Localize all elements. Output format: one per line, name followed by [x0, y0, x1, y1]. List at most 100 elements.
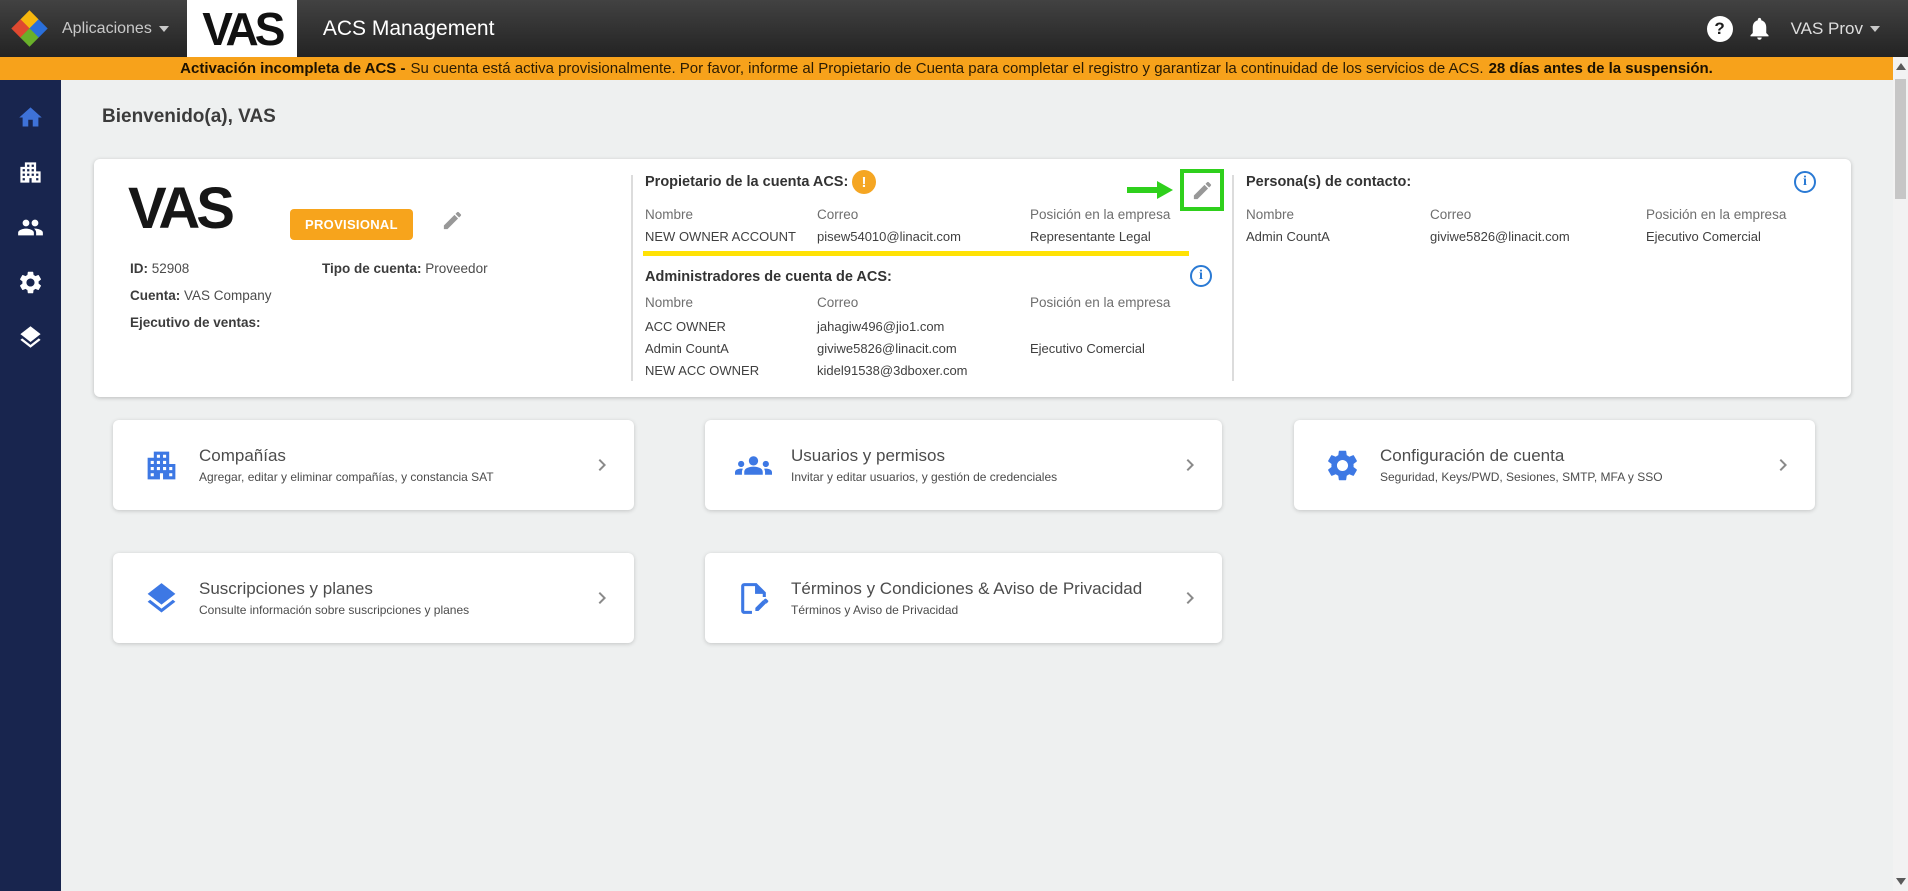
question-icon: ? [1714, 18, 1725, 38]
contacts-section-title: Persona(s) de contacto: [1246, 174, 1412, 190]
brand-logo-text: VAS [202, 2, 285, 55]
account-name-value: VAS Company [184, 288, 272, 303]
building-icon [20, 162, 41, 183]
info-icon[interactable]: i [1190, 265, 1212, 287]
users-icon [735, 447, 772, 484]
account-name-label: Cuenta: [130, 288, 181, 303]
nav-card-title: Compañías [199, 446, 286, 465]
annotation-green-arrow-icon [1127, 178, 1175, 207]
user-menu-label: VAS Prov [1790, 18, 1863, 38]
nav-card-title: Usuarios y permisos [791, 446, 945, 465]
nav-card-subtitle: Seguridad, Keys/PWD, Sesiones, SMTP, MFA… [1380, 470, 1663, 484]
sidebar-item-subscriptions[interactable] [0, 310, 61, 365]
col-nombre: Nombre [645, 207, 694, 222]
col-correo: Correo [1430, 207, 1472, 222]
account-type-label: Tipo de cuenta: [322, 261, 422, 276]
banner-bold-lead: Activación incompleta de ACS - [180, 60, 406, 77]
app-title: ACS Management [322, 16, 495, 40]
account-summary-card: VAS PROVISIONAL ID: 52908 Tipo de cuenta… [94, 159, 1851, 397]
building-icon [143, 447, 180, 484]
admins-table-header: Nombre Correo Posición en la empresa [645, 295, 1270, 310]
info-icon[interactable]: i [1794, 171, 1816, 193]
admin-email: kidel91538@3dboxer.com [817, 363, 968, 378]
account-id-label: ID: [130, 261, 148, 276]
layers-icon [143, 580, 180, 617]
col-nombre: Nombre [1246, 207, 1295, 222]
apps-diamond-icon [11, 9, 48, 47]
admin-position [1030, 363, 1270, 378]
account-type-value: Proveedor [425, 261, 488, 276]
edit-owner-button[interactable] [1180, 169, 1224, 211]
chevron-right-icon [590, 453, 614, 477]
nav-card-subtitle: Invitar y editar usuarios, y gestión de … [791, 470, 1058, 484]
table-row: Admin CountA giviwe5826@linacit.com Ejec… [645, 341, 1270, 356]
nav-card-subtitle: Consulte información sobre suscripciones… [199, 603, 470, 617]
table-row: NEW OWNER ACCOUNT pisew54010@linacit.com… [645, 229, 1270, 244]
bell-icon [1750, 17, 1769, 40]
account-id-field: ID: 52908 [130, 261, 189, 276]
sidebar-item-settings[interactable] [0, 255, 61, 310]
chevron-right-icon [1178, 586, 1202, 610]
applications-menu-label: Aplicaciones [62, 19, 152, 37]
nav-card-title: Suscripciones y planes [199, 579, 373, 598]
users-icon [18, 219, 43, 236]
pencil-icon [1193, 181, 1211, 199]
nav-card-companies[interactable]: Compañías Agregar, editar y eliminar com… [113, 420, 634, 510]
home-icon [19, 107, 42, 127]
owner-section-title: Propietario de la cuenta ACS: [645, 174, 849, 190]
edit-account-button[interactable] [441, 209, 464, 237]
owner-position: Representante Legal [1030, 229, 1151, 244]
nav-card-users-permissions[interactable]: Usuarios y permisos Invitar y editar usu… [705, 420, 1222, 510]
scrollbar-thumb[interactable] [1895, 79, 1906, 199]
contact-email: giviwe5826@linacit.com [1430, 229, 1570, 244]
document-edit-icon [735, 580, 772, 617]
col-correo: Correo [817, 295, 859, 310]
status-badge: PROVISIONAL [290, 209, 413, 240]
col-nombre: Nombre [645, 295, 694, 310]
admins-section-title: Administradores de cuenta de ACS: [645, 269, 892, 285]
admin-name: Admin CountA [645, 341, 729, 356]
sidebar-item-users[interactable] [0, 200, 61, 255]
chevron-down-icon [1870, 25, 1880, 32]
chevron-right-icon [1178, 453, 1202, 477]
contacts-table-header: Nombre Correo Posición en la empresa [1246, 207, 1876, 222]
scroll-up-arrow[interactable] [1896, 63, 1906, 70]
nav-card-subscriptions[interactable]: Suscripciones y planes Consulte informac… [113, 553, 634, 643]
nav-card-subtitle: Agregar, editar y eliminar compañías, y … [199, 470, 494, 484]
banner-message: Su cuenta está activa provisionalmente. … [410, 60, 1484, 77]
contact-name: Admin CountA [1246, 229, 1330, 244]
table-row: Admin CountA giviwe5826@linacit.com Ejec… [1246, 229, 1876, 244]
sidebar-item-home[interactable] [0, 90, 61, 145]
nav-card-account-settings[interactable]: Configuración de cuenta Seguridad, Keys/… [1294, 420, 1815, 510]
vertical-scrollbar[interactable] [1893, 57, 1908, 891]
account-id-value: 52908 [151, 261, 190, 276]
admin-position [1030, 319, 1270, 334]
warning-icon[interactable]: ! [852, 170, 876, 194]
admin-position: Ejecutivo Comercial [1030, 341, 1145, 356]
col-posicion: Posición en la empresa [1030, 295, 1171, 310]
main-content: Bienvenido(a), VAS VAS PROVISIONAL ID: 5… [61, 80, 1893, 891]
admin-email: giviwe5826@linacit.com [817, 341, 957, 356]
col-posicion: Posición en la empresa [1030, 207, 1171, 222]
applications-menu[interactable]: Aplicaciones [62, 20, 169, 38]
nav-card-terms-privacy[interactable]: Términos y Condiciones & Aviso de Privac… [705, 553, 1222, 643]
notifications-button[interactable] [1746, 15, 1773, 42]
admin-name: NEW ACC OWNER [645, 363, 760, 378]
account-name-field: Cuenta: VAS Company [130, 288, 272, 303]
pencil-icon [443, 211, 462, 230]
owner-name: NEW OWNER ACCOUNT [645, 229, 796, 244]
chevron-right-icon [1771, 453, 1795, 477]
divider [631, 175, 633, 381]
nav-card-title: Configuración de cuenta [1380, 446, 1565, 465]
top-bar: Aplicaciones VAS ACS Management ? VAS Pr… [0, 0, 1908, 57]
scroll-down-arrow[interactable] [1896, 878, 1906, 885]
account-logo: VAS [128, 176, 235, 241]
user-menu[interactable]: VAS Prov [1791, 19, 1880, 39]
admin-name: ACC OWNER [645, 319, 726, 334]
table-row: ACC OWNER jahagiw496@jio1.com [645, 319, 1270, 334]
banner-bold-tail: 28 días antes de la suspensión. [1488, 60, 1713, 77]
help-button[interactable]: ? [1706, 15, 1733, 42]
sidebar-item-companies[interactable] [0, 145, 61, 200]
owner-email: pisew54010@linacit.com [817, 229, 961, 244]
activation-warning-banner: Activación incompleta de ACS - Su cuenta… [0, 57, 1893, 80]
